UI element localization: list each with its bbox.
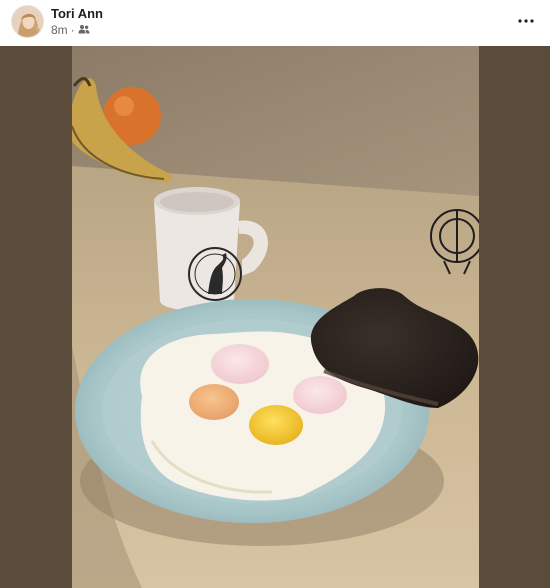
post-header: Tori Ann 8m ·	[0, 0, 550, 46]
author-name[interactable]: Tori Ann	[51, 6, 103, 21]
post-photo	[72, 46, 479, 588]
post-time[interactable]: 8m	[51, 23, 68, 37]
post-photo-container[interactable]	[0, 46, 550, 588]
friends-icon	[78, 23, 90, 37]
more-horizontal-icon	[518, 19, 534, 23]
more-options-button[interactable]	[512, 12, 540, 30]
meta-separator: ·	[70, 23, 75, 37]
avatar-image	[12, 6, 43, 37]
post-meta: 8m ·	[51, 23, 90, 37]
feed-post: Tori Ann 8m ·	[0, 0, 550, 588]
author-avatar[interactable]	[11, 5, 44, 38]
